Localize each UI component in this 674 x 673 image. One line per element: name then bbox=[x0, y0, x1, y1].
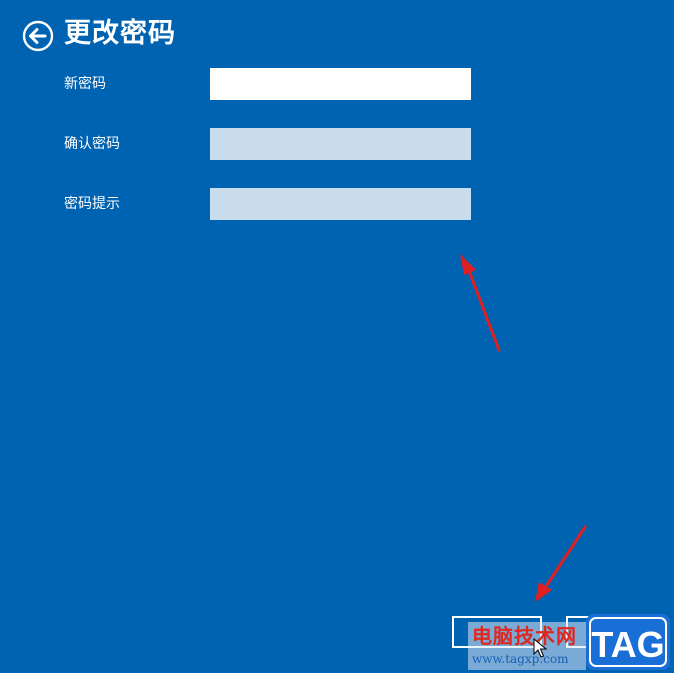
new-password-input[interactable] bbox=[210, 68, 471, 100]
page-title: 更改密码 bbox=[64, 18, 176, 49]
back-button[interactable] bbox=[22, 20, 54, 52]
password-hint-input[interactable] bbox=[210, 188, 471, 220]
mouse-cursor-icon bbox=[533, 638, 547, 658]
annotation-arrow-up bbox=[460, 254, 501, 352]
back-arrow-circle-icon bbox=[22, 20, 54, 52]
confirm-password-input[interactable] bbox=[210, 128, 471, 160]
watermark-url: www.tagxp.com bbox=[472, 652, 569, 666]
watermark-site-name: 电脑技术网 bbox=[472, 624, 577, 648]
tag-logo-text: TAG bbox=[591, 624, 664, 665]
change-password-page: 更改密码 新密码 确认密码 密码提示 电脑技术网 www.tagxp.com T… bbox=[0, 0, 674, 673]
tag-logo-icon: TAG bbox=[586, 614, 670, 670]
annotation-arrows bbox=[460, 254, 587, 602]
confirm-password-label: 确认密码 bbox=[64, 136, 120, 152]
password-hint-label: 密码提示 bbox=[64, 196, 120, 212]
new-password-label: 新密码 bbox=[64, 76, 106, 92]
annotation-arrow-down bbox=[535, 525, 587, 602]
